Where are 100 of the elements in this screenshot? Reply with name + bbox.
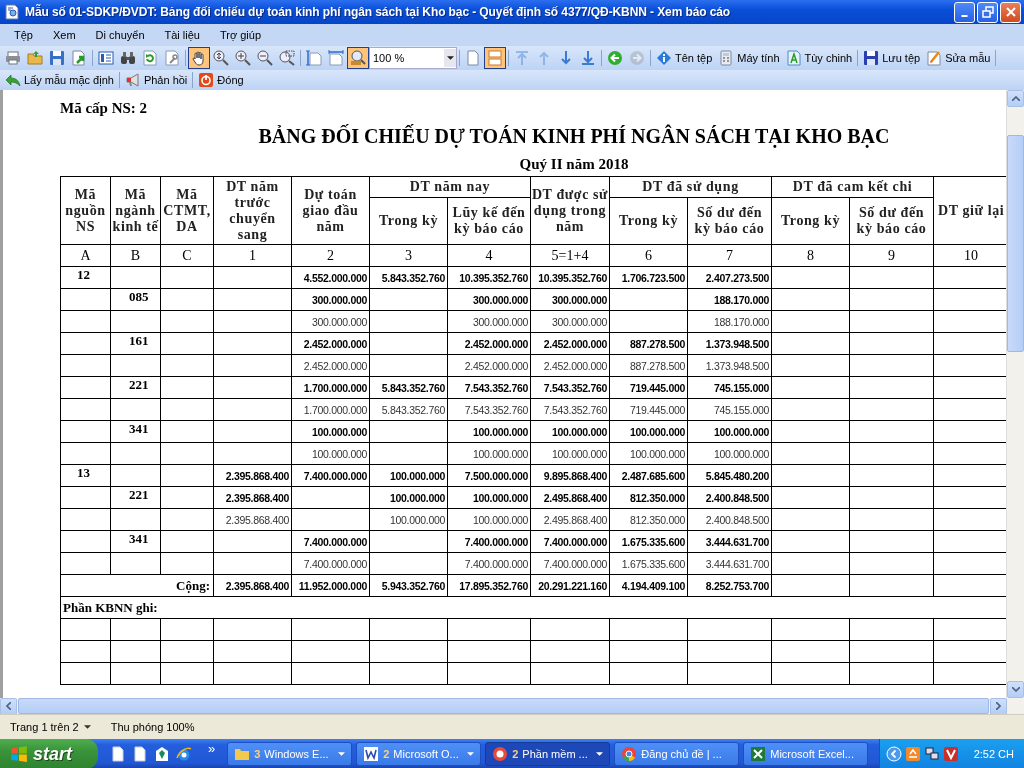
table-cell: 341 (129, 531, 149, 546)
total-label: Cộng: (176, 577, 210, 593)
toolbar-button[interactable] (188, 47, 210, 69)
info-icon (656, 50, 672, 66)
tray-app-icon[interactable] (942, 746, 959, 762)
scroll-up-button[interactable] (1007, 90, 1024, 107)
toolbar-button[interactable] (276, 47, 298, 69)
expand-tray-icon[interactable] (885, 746, 902, 762)
table-cell: 100.000.000 (713, 447, 769, 460)
table-cell: 100.000.000 (551, 447, 607, 460)
toolbar-button[interactable]: Phản hồi (121, 71, 191, 89)
table-cell: 1.700.000.000 (303, 403, 367, 416)
toolbar-button[interactable]: Sửa mẫu (923, 47, 994, 69)
more-indicator[interactable]: » (208, 741, 216, 756)
table-cell: 300.000.000 (472, 315, 528, 328)
table-cell: 2.487.685.600 (621, 469, 685, 482)
menu-item[interactable]: Trợ giúp (210, 29, 272, 41)
table-cell: 188.170.000 (713, 315, 769, 328)
unit-level-label: Mã cấp NS: 2 (60, 100, 149, 117)
column-header: DT được sử dụng trong năm (530, 176, 610, 245)
table-cell: 300.000.000 (311, 315, 367, 328)
table-cell: 2.452.000.000 (543, 359, 607, 372)
restore-icon (981, 6, 994, 18)
close-icon (1004, 6, 1017, 18)
page-wrench-icon (164, 50, 180, 66)
taskbar-button[interactable]: 2 Microsoft O... (356, 742, 482, 766)
zoom-combo[interactable]: 100 % (369, 47, 457, 69)
taskbar-button[interactable]: Microsoft Excel... (743, 742, 869, 766)
table-cell: 2.452.000.000 (303, 359, 367, 372)
toolbar-button[interactable] (347, 47, 369, 69)
restore-button[interactable] (977, 1, 998, 23)
tray-app-icon[interactable] (904, 746, 921, 762)
menu-item[interactable]: Tài liệu (154, 29, 210, 41)
close-button[interactable] (1000, 1, 1021, 23)
windows-logo-icon (10, 745, 28, 763)
hand-icon (191, 50, 207, 66)
column-group-header: DT đã cam kết chi (771, 176, 934, 198)
table-cell: 100.000.000 (629, 425, 685, 438)
start-button[interactable]: start (0, 739, 98, 768)
folder-icon (234, 746, 251, 762)
dropdown-arrow-icon (338, 752, 346, 756)
scroll-down-button[interactable] (1007, 681, 1024, 698)
browser-icon[interactable] (176, 746, 192, 762)
table-cell: 300.000.000 (311, 293, 367, 306)
menu-item[interactable]: Xem (42, 29, 86, 41)
taskbar-button[interactable]: 3 Windows E... (227, 742, 353, 766)
toolbar-button[interactable]: Tên tệp (653, 47, 716, 69)
toolbar-button[interactable]: Đóng (195, 71, 247, 89)
menu-item[interactable]: Tệp (4, 29, 43, 41)
table-cell: 2.400.848.500 (705, 513, 769, 526)
column-number: A (60, 244, 111, 267)
save-icon (49, 50, 65, 66)
toolbar-button[interactable]: Tùy chinh (782, 47, 856, 69)
table-cell: 5.843.352.760 (381, 381, 445, 394)
table-cell: 5.943.352.760 (381, 579, 445, 592)
report-title: BẢNG ĐỐI CHIẾU DỰ TOÁN KINH PHÍ NGÂN SÁCH TẠI KHO BẠC (257, 125, 891, 148)
window-title: Mẫu số 01-SDKP/ĐVDT: Bảng đối chiếu dự toán kinh phí ngân sách tại Kho bạc - Quyết định số 4377/QĐ-KBNN - Xem báo cáo (25, 5, 731, 19)
table-cell: 17.895.352.760 (459, 579, 528, 592)
table-cell: 7.543.352.760 (464, 381, 528, 394)
table-cell: 2.495.868.400 (543, 491, 607, 504)
column-number: 6 (609, 244, 688, 267)
table-cell: 7.500.000.000 (464, 469, 528, 482)
column-number: 4 (447, 244, 531, 267)
table-cell: 887.278.500 (629, 337, 685, 350)
toolbar-button[interactable]: Lấy mẫu mặc định (2, 71, 117, 89)
document-icon[interactable] (110, 746, 126, 762)
table-cell: 7.400.000.000 (303, 557, 367, 570)
edit-icon (926, 50, 943, 66)
table-cell: 1.373.948.500 (705, 337, 769, 350)
document-icon[interactable] (132, 746, 148, 762)
table-cell: 812.350.000 (629, 491, 685, 504)
two-pages-icon (487, 50, 503, 66)
refresh-icon (142, 50, 158, 66)
document-icon (785, 50, 802, 66)
table-cell: 100.000.000 (389, 513, 445, 526)
back-icon (607, 50, 623, 66)
column-number: C (160, 244, 214, 267)
taskbar-button[interactable]: 2 Phần mềm ... (485, 742, 611, 766)
taskbar-button[interactable]: Đăng chủ đề | ... (614, 742, 740, 766)
table-cell: 1.373.948.500 (705, 359, 769, 372)
toolbar-button[interactable]: Máy tính (715, 47, 783, 69)
table-cell: 100.000.000 (551, 425, 607, 438)
menu-item[interactable]: Di chuyển (85, 29, 155, 41)
page-dropdown[interactable]: Trang 1 trên 2 (8, 721, 93, 733)
table-cell: 9.895.868.400 (543, 469, 607, 482)
toolbar-button[interactable] (484, 47, 506, 69)
column-number: B (110, 244, 161, 267)
export-icon (71, 50, 87, 66)
vertical-scrollbar[interactable] (1006, 90, 1024, 698)
table-cell: 3.444.631.700 (705, 535, 769, 548)
network-icon[interactable] (923, 746, 940, 762)
minimize-button[interactable] (954, 1, 975, 23)
toolbar-button[interactable]: Lưu tệp (860, 47, 924, 69)
table-cell: 100.000.000 (472, 513, 528, 526)
power-icon (198, 72, 215, 88)
scroll-thumb[interactable] (1007, 135, 1024, 352)
table-cell: 7.400.000.000 (464, 557, 528, 570)
table-cell: 7.400.000.000 (543, 535, 607, 548)
table-cell: 2.400.848.500 (705, 491, 769, 504)
app-icon[interactable] (154, 746, 170, 762)
